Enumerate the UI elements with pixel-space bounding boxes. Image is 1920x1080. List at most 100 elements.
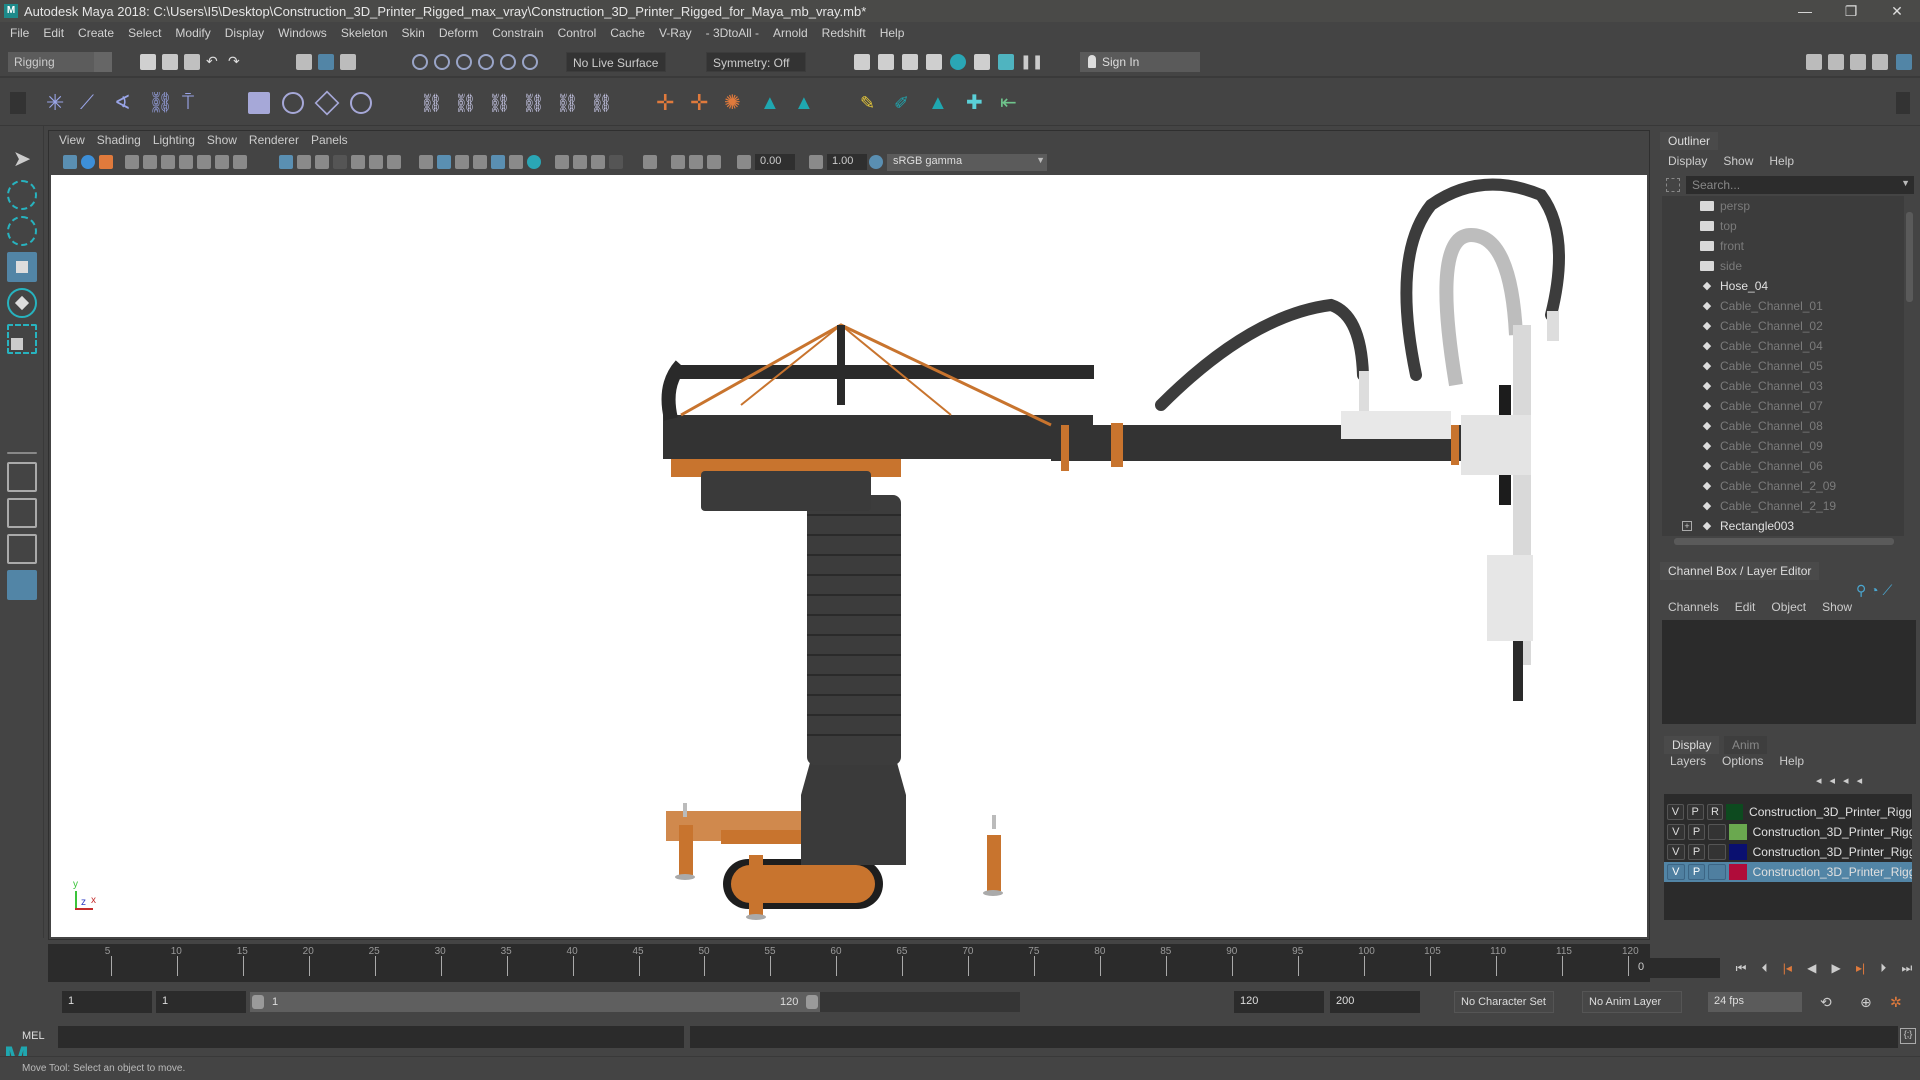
outliner-filter-icon[interactable]: [1666, 178, 1680, 192]
layer-tab-display[interactable]: Display: [1664, 736, 1720, 754]
outliner-item[interactable]: ◆ Cable_Channel_2_19: [1662, 496, 1904, 516]
wrap-deformer-icon[interactable]: [282, 92, 304, 114]
shelf-scroll[interactable]: [1896, 92, 1910, 114]
menu-select[interactable]: Select: [121, 26, 168, 40]
grease-pencil-icon[interactable]: [161, 155, 175, 169]
open-scene-icon[interactable]: [162, 54, 178, 70]
light-editor-icon[interactable]: [998, 54, 1014, 70]
resolution-gate-icon[interactable]: [315, 155, 329, 169]
isolate-select-icon[interactable]: [643, 155, 657, 169]
select-camera-icon[interactable]: [63, 155, 77, 169]
channel-box-toggle-icon[interactable]: [1896, 54, 1912, 70]
menu-create[interactable]: Create: [71, 26, 121, 40]
paint-tool-icon[interactable]: ✐: [894, 92, 916, 114]
outliner-menu-show[interactable]: Show: [1715, 154, 1761, 168]
new-scene-icon[interactable]: [140, 54, 156, 70]
character-set-dropdown[interactable]: No Character Set: [1454, 991, 1554, 1013]
menu-constrain[interactable]: Constrain: [485, 26, 550, 40]
render-view-icon[interactable]: [854, 54, 870, 70]
step-forward-frame-button[interactable]: ▸|: [1856, 961, 1865, 975]
select-tool-icon[interactable]: ➤: [7, 144, 37, 174]
cluster-icon[interactable]: [248, 92, 270, 114]
gamma-field[interactable]: 1.00: [827, 154, 867, 170]
four-view-layout-icon[interactable]: [7, 498, 37, 528]
menu-edit[interactable]: Edit: [36, 26, 71, 40]
textured-icon[interactable]: [491, 155, 505, 169]
auto-key-icon[interactable]: ⊕: [1860, 994, 1872, 1011]
loop-icon[interactable]: ⟲: [1820, 994, 1832, 1011]
render-setup-icon[interactable]: [974, 54, 990, 70]
xray-active-icon[interactable]: [689, 155, 703, 169]
layer-color-swatch[interactable]: [1729, 864, 1747, 880]
redo-icon[interactable]: ↷: [228, 54, 244, 70]
scene-start-field[interactable]: 1: [62, 991, 152, 1013]
restore-button[interactable]: ❐: [1828, 0, 1874, 22]
menu-deform[interactable]: Deform: [432, 26, 485, 40]
layer-reference-toggle[interactable]: [1708, 864, 1727, 880]
layer-row[interactable]: V P R Construction_3D_Printer_Rigged: [1664, 802, 1912, 822]
default-material-icon[interactable]: [473, 155, 487, 169]
range-start-handle[interactable]: [252, 995, 264, 1009]
screen-space-ao-icon[interactable]: [555, 155, 569, 169]
layer-color-swatch[interactable]: [1729, 844, 1747, 860]
point-constraint-icon[interactable]: ⛓: [454, 92, 477, 114]
save-scene-icon[interactable]: [184, 54, 200, 70]
outliner-item[interactable]: front: [1662, 236, 1904, 256]
tool-settings-icon[interactable]: [1872, 54, 1888, 70]
render-settings-icon[interactable]: [926, 54, 942, 70]
add-attribute-icon[interactable]: ✚: [966, 92, 988, 114]
outliner-menu-help[interactable]: Help: [1761, 154, 1802, 168]
gate-mask-icon[interactable]: [333, 155, 347, 169]
make-live-icon[interactable]: [522, 54, 538, 70]
layer-playback-toggle[interactable]: P: [1687, 844, 1706, 860]
channel-menu-show[interactable]: Show: [1814, 600, 1860, 614]
menu-modify[interactable]: Modify: [168, 26, 217, 40]
anim-preferences-icon[interactable]: ✲: [1890, 994, 1902, 1011]
step-back-key-button[interactable]: ⏴: [1762, 961, 1768, 976]
arnold-icon-2[interactable]: ▲: [794, 92, 816, 114]
menu-help[interactable]: Help: [873, 26, 912, 40]
outliner-item[interactable]: ◆ Hose_04: [1662, 276, 1904, 296]
anti-aliasing-icon[interactable]: [591, 155, 605, 169]
menu-vray[interactable]: V-Ray: [652, 26, 699, 40]
modeling-toolkit-icon[interactable]: [1806, 54, 1822, 70]
outliner-item[interactable]: ◆ Cable_Channel_08: [1662, 416, 1904, 436]
layer-reference-toggle[interactable]: [1708, 844, 1727, 860]
exposure-field[interactable]: 0.00: [755, 154, 795, 170]
menu-skin[interactable]: Skin: [395, 26, 432, 40]
select-component-icon[interactable]: [340, 54, 356, 70]
layer-color-swatch[interactable]: [1729, 824, 1747, 840]
viewport-menu-shading[interactable]: Shading: [91, 133, 147, 147]
bookmark-icon[interactable]: [99, 155, 113, 169]
layer-playback-toggle[interactable]: P: [1687, 864, 1706, 880]
menu-control[interactable]: Control: [551, 26, 604, 40]
symmetry-dropdown[interactable]: Symmetry: Off: [706, 52, 806, 72]
layer-action-icons[interactable]: ◂◂◂◂: [1816, 774, 1870, 787]
snap-view-plane-icon[interactable]: [500, 54, 516, 70]
go-to-end-button[interactable]: ⏭: [1902, 961, 1913, 976]
scene-end-field[interactable]: 200: [1330, 991, 1420, 1013]
camera-attributes-icon[interactable]: [81, 155, 95, 169]
channel-menu-edit[interactable]: Edit: [1727, 600, 1764, 614]
channel-menu-channels[interactable]: Channels: [1660, 600, 1727, 614]
menu-windows[interactable]: Windows: [271, 26, 334, 40]
joint-tool-icon[interactable]: ✳: [46, 92, 68, 114]
exposure-icon[interactable]: [737, 155, 751, 169]
parent-constraint-icon[interactable]: ⛓: [420, 92, 443, 114]
humanik-icon[interactable]: ⍑: [182, 92, 204, 114]
depth-of-field-icon[interactable]: [609, 155, 623, 169]
rotate-tool-icon[interactable]: [7, 288, 37, 318]
outliner-item[interactable]: side: [1662, 256, 1904, 276]
outliner-item[interactable]: ◆ Cable_Channel_02: [1662, 316, 1904, 336]
snap-curve-icon[interactable]: [434, 54, 450, 70]
outliner-item[interactable]: ◆ Cable_Channel_05: [1662, 356, 1904, 376]
select-hierarchy-icon[interactable]: [296, 54, 312, 70]
outliner-item[interactable]: ◆ Cable_Channel_06: [1662, 456, 1904, 476]
fps-dropdown[interactable]: 24 fps: [1708, 992, 1802, 1012]
single-perspective-layout-icon[interactable]: [7, 462, 37, 492]
play-backwards-button[interactable]: ◀: [1807, 961, 1816, 975]
viewport-menu-panels[interactable]: Panels: [305, 133, 354, 147]
outliner-item[interactable]: + ◆ Rectangle003: [1662, 516, 1904, 536]
menu-cache[interactable]: Cache: [603, 26, 652, 40]
snap-projected-icon[interactable]: [478, 54, 494, 70]
